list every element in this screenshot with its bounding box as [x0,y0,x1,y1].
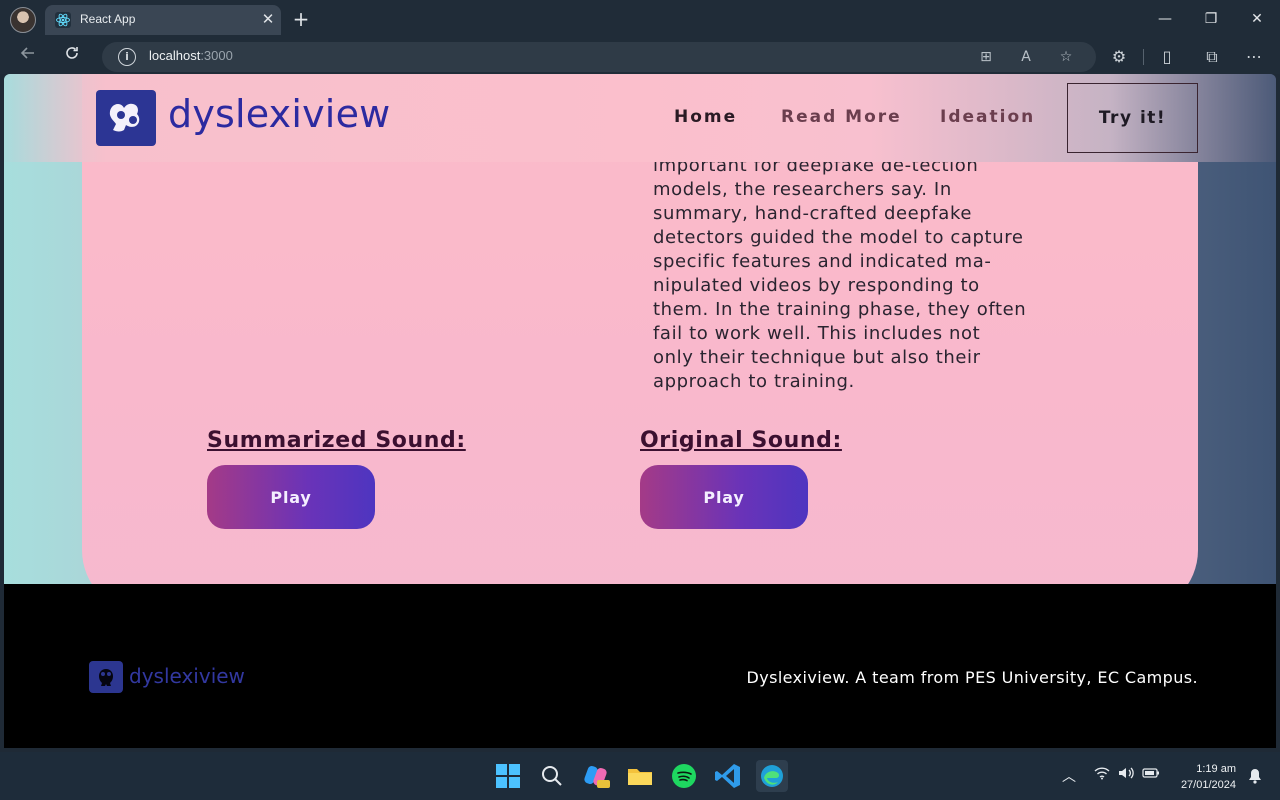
article-line: fail to work well. This includes not [653,323,981,344]
windows-icon [496,764,520,788]
article-line: nipulated videos by responding to [653,275,980,296]
site-footer: dyslexiview Dyslexiview. A team from PES… [4,584,1276,748]
read-aloud-icon[interactable]: A [1016,47,1036,67]
start-button[interactable] [492,760,524,792]
reload-icon [66,47,78,59]
copilot-icon[interactable] [580,760,612,792]
split-screen-icon[interactable]: ▯ [1153,44,1181,70]
footer-logo-text[interactable]: dyslexiview [129,664,245,688]
original-sound-label: Original Sound: [640,428,842,453]
page-viewport: important for deepfake de-tection models… [4,74,1276,748]
article-text: important for deepfake de-tection models… [653,154,1083,394]
nav-read-more[interactable]: Read More [781,107,902,127]
nav-ideation[interactable]: Ideation [940,107,1035,127]
address-port: :3000 [200,48,233,63]
browser-tabstrip: React App ✕ + — ❐ ✕ [0,0,1280,40]
address-url[interactable]: localhost:3000 [149,48,233,63]
file-explorer-icon[interactable] [624,760,656,792]
restore-button[interactable]: ❐ [1196,8,1226,30]
clock-date: 27/01/2024 [1180,779,1236,791]
tab-title: React App [80,12,136,26]
spotify-icon[interactable] [668,760,700,792]
article-line: detectors guided the model to capture [653,227,1024,248]
profile-avatar[interactable] [10,7,36,33]
new-tab-button[interactable]: + [289,8,313,32]
footer-credit: Dyslexiview. A team from PES University,… [746,668,1198,687]
footer-logo-icon[interactable] [89,661,123,693]
edge-icon[interactable] [756,760,788,792]
notification-bell-icon[interactable] [1248,768,1262,788]
toolbar-separator [1143,49,1144,65]
extensions-icon[interactable]: ⚙ [1105,44,1133,70]
address-bar[interactable]: i localhost:3000 ⊞ A ☆ [102,42,1096,72]
article-line: summary, hand-crafted deepfake [653,203,972,224]
original-play-button[interactable]: Play [640,465,808,529]
clock-time: 1:19 am [1196,763,1236,775]
article-line: models, the researchers say. In [653,179,952,200]
article-line: approach to training. [653,371,855,392]
summarized-sound-label: Summarized Sound: [207,428,466,453]
site-navbar: dyslexiview Home Read More Ideation Try … [4,74,1276,162]
back-arrow-icon [20,47,34,59]
react-icon [55,12,71,28]
nav-home[interactable]: Home [674,107,737,127]
battery-icon[interactable] [1142,766,1160,784]
article-line: only their technique but also their [653,347,981,368]
logo-icon[interactable] [96,90,156,146]
more-menu-icon[interactable]: ⋯ [1240,44,1268,70]
logo-text[interactable]: dyslexiview [168,92,390,136]
address-host: localhost [149,48,201,63]
browser-tab[interactable]: React App ✕ [45,5,281,35]
close-window-button[interactable]: ✕ [1242,8,1272,30]
volume-icon[interactable] [1118,766,1136,784]
tab-close-icon[interactable]: ✕ [259,9,277,29]
app-available-icon[interactable]: ⊞ [976,47,996,67]
article-line: them. In the training phase, they often [653,299,1027,320]
minimize-button[interactable]: — [1150,8,1180,30]
system-clock[interactable]: 1:19 am 27/01/2024 [1181,761,1236,793]
collections-icon[interactable]: ⧉ [1198,44,1226,70]
reload-button[interactable] [58,44,86,70]
summarized-play-button[interactable]: Play [207,465,375,529]
os-taskbar: ︿ 1:19 am 27/01/2024 [0,752,1280,800]
favorite-star-icon[interactable]: ☆ [1056,47,1076,67]
wifi-icon[interactable] [1094,766,1110,784]
back-button[interactable] [14,44,42,70]
tray-overflow-icon[interactable]: ︿ [1062,766,1076,786]
search-icon [542,766,562,786]
search-button[interactable] [536,760,568,792]
site-info-icon[interactable]: i [118,48,136,66]
browser-toolbar: i localhost:3000 ⊞ A ☆ ⚙ ▯ ⧉ ⋯ [0,40,1280,74]
article-line: specific features and indicated ma- [653,251,992,272]
try-it-button[interactable]: Try it! [1067,83,1198,153]
vscode-icon[interactable] [712,760,744,792]
